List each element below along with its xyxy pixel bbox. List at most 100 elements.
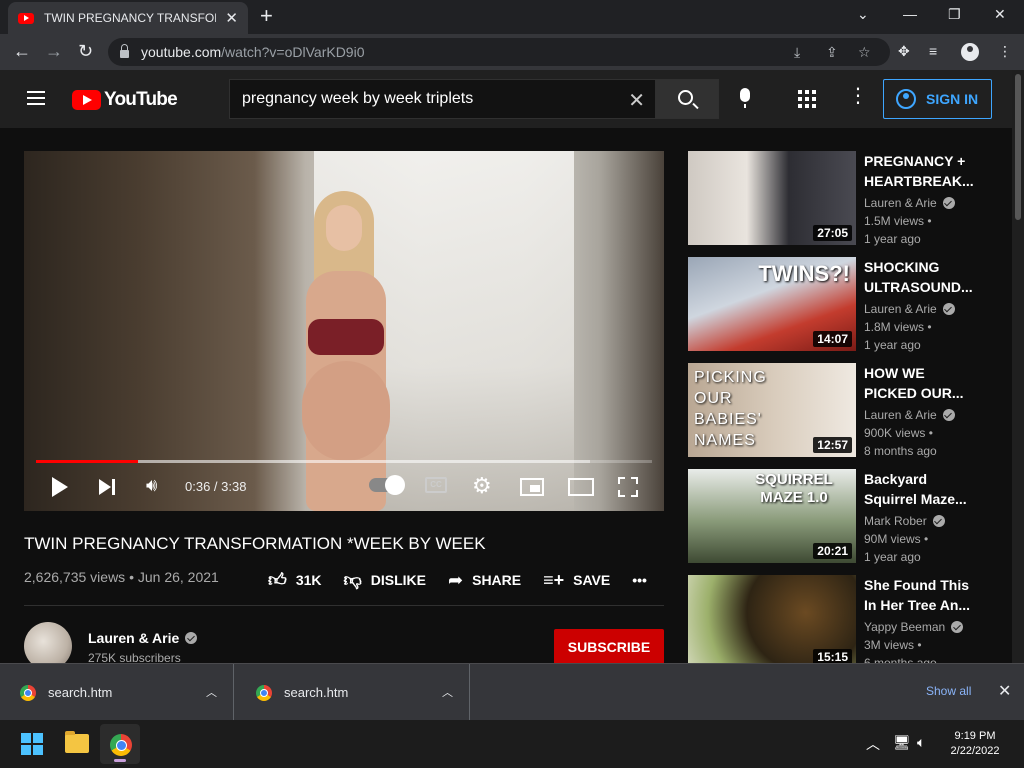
thumbnail-text: SQUIRREL MAZE 1.0 — [755, 471, 833, 506]
profile-avatar-icon[interactable] — [961, 43, 979, 61]
youtube-wordmark: YouTube — [104, 89, 178, 110]
new-tab-icon[interactable]: + — [260, 5, 273, 27]
show-all-downloads-link[interactable]: Show all — [926, 684, 971, 698]
recommendation-title[interactable]: HOW WE PICKED OUR... — [864, 363, 974, 403]
active-app-indicator — [114, 759, 126, 762]
recommendation-thumbnail[interactable]: SQUIRREL MAZE 1.0 20:21 — [688, 469, 856, 563]
video-subject — [292, 191, 402, 511]
recommendation-channel-row[interactable]: Lauren & Arie — [864, 196, 955, 210]
chrome-file-icon — [20, 684, 36, 701]
apps-grid-icon[interactable] — [798, 90, 816, 108]
share-page-icon[interactable]: ⇪ — [826, 44, 838, 61]
windows-start-icon[interactable] — [21, 733, 43, 755]
play-icon[interactable] — [52, 477, 68, 497]
install-app-icon[interactable]: ⤓ — [794, 44, 800, 61]
recommendation-title[interactable]: PREGNANCY + HEARTBREAK... — [864, 151, 974, 191]
download-item[interactable]: search.htm ︿ — [0, 664, 234, 721]
recommendation-channel-row[interactable]: Yappy Beeman — [864, 620, 964, 634]
recommendation-channel[interactable]: Lauren & Arie — [864, 196, 937, 210]
address-bar[interactable]: youtube.com/watch?v=oDlVarKD9i0 ⤓ ⇪ ☆ — [108, 38, 890, 66]
settings-gear-icon[interactable]: ⚙ — [472, 473, 492, 499]
recommendation-thumbnail[interactable]: 27:05 — [688, 151, 856, 245]
recommendation-item[interactable]: TWINS?! 14:07 SHOCKING ULTRASOUND... Lauren… — [688, 257, 978, 352]
clear-search-icon[interactable]: ✕ — [628, 88, 645, 113]
chevron-up-icon[interactable]: ︿ — [442, 684, 453, 700]
progress-bar[interactable] — [36, 460, 652, 463]
scrollbar-thumb[interactable] — [1015, 74, 1021, 220]
taskbar-clock[interactable]: 9:19 PM 2/22/2022 — [940, 729, 1010, 759]
file-explorer-icon[interactable] — [65, 731, 89, 753]
restore-icon[interactable]: ❐ — [948, 6, 961, 23]
recommendation-thumbnail[interactable]: TWINS?! 14:07 — [688, 257, 856, 351]
recommendation-channel-row[interactable]: Mark Rober — [864, 514, 945, 528]
close-tab-icon[interactable]: ✕ — [225, 9, 238, 27]
minimize-icon[interactable]: — — [903, 6, 917, 22]
media-controls-icon[interactable]: ≡ — [929, 43, 937, 59]
channel-name[interactable]: Lauren & Arie — [88, 630, 179, 646]
volume-icon[interactable]: 🔊︎ — [146, 475, 157, 496]
recommendation-channel-row[interactable]: Lauren & Arie — [864, 408, 955, 422]
close-download-bar-icon[interactable]: ✕ — [998, 681, 1011, 701]
download-item[interactable]: search.htm ︿ — [236, 664, 470, 721]
search-input[interactable]: pregnancy week by week triplets ✕ — [229, 79, 655, 119]
tab-search-chevron-icon[interactable]: ⌄ — [857, 6, 869, 23]
verified-badge-icon — [942, 409, 955, 421]
lock-icon[interactable] — [120, 44, 129, 58]
recommendation-channel-row[interactable]: Lauren & Arie — [864, 302, 955, 316]
recommendation-item[interactable]: SQUIRREL MAZE 1.0 20:21 Backyard Squirrel … — [688, 469, 978, 564]
network-icon[interactable]: 🖥︎ — [893, 734, 911, 751]
recommendation-thumbnail[interactable]: 15:15 — [688, 575, 856, 669]
channel-name-row[interactable]: Lauren & Arie — [88, 630, 198, 646]
recommendation-channel[interactable]: Yappy Beeman — [864, 620, 945, 634]
captions-icon[interactable]: CC — [425, 477, 447, 493]
recommendation-title[interactable]: She Found This In Her Tree An... — [864, 575, 974, 615]
recommendation-channel[interactable]: Lauren & Arie — [864, 408, 937, 422]
chrome-taskbar-button[interactable] — [100, 724, 140, 764]
search-button[interactable] — [655, 79, 719, 119]
recommendation-age: 1 year ago — [864, 338, 921, 352]
reload-icon[interactable]: ↻ — [78, 41, 93, 61]
thumbs-up-icon: 👍︎ — [268, 570, 287, 590]
forward-icon[interactable]: → — [45, 41, 63, 61]
bookmark-star-icon[interactable]: ☆ — [858, 44, 871, 61]
recommendation-channel[interactable]: Mark Rober — [864, 514, 927, 528]
more-actions-button[interactable]: ••• — [632, 572, 647, 588]
video-title: TWIN PREGNANCY TRANSFORMATION *WEEK BY W… — [24, 534, 486, 553]
theater-mode-icon[interactable] — [568, 478, 594, 496]
back-icon[interactable]: ← — [13, 41, 31, 61]
recommendation-title[interactable]: Backyard Squirrel Maze... — [864, 469, 974, 509]
close-window-icon[interactable]: ✕ — [994, 6, 1006, 23]
autoplay-toggle[interactable] — [369, 475, 405, 495]
browser-tab[interactable]: TWIN PREGNANCY TRANSFORMATION ✕ — [8, 2, 248, 34]
chevron-up-icon[interactable]: ︿ — [206, 684, 217, 700]
save-button[interactable]: ≡+ SAVE — [543, 570, 610, 591]
browser-toolbar: ← → ↻ youtube.com/watch?v=oDlVarKD9i0 ⤓ … — [0, 34, 1024, 70]
recommendation-thumbnail[interactable]: PICKING OUR BABIES' NAMES 12:57 — [688, 363, 856, 457]
page-scrollbar[interactable] — [1012, 70, 1024, 663]
recommendation-item[interactable]: 27:05 PREGNANCY + HEARTBREAK... Lauren & A… — [688, 151, 978, 246]
recommendation-item[interactable]: 15:15 She Found This In Her Tree An... Yap… — [688, 575, 978, 670]
subscribe-button[interactable]: SUBSCRIBE — [554, 629, 664, 665]
recommendation-title[interactable]: SHOCKING ULTRASOUND... — [864, 257, 974, 297]
recommendation-item[interactable]: PICKING OUR BABIES' NAMES 12:57 HOW WE PIC… — [688, 363, 978, 458]
dislike-button[interactable]: 👎︎ DISLIKE — [344, 569, 427, 591]
chrome-menu-icon[interactable]: ⋮ — [998, 43, 1012, 60]
share-button[interactable]: ➦ SHARE — [448, 570, 521, 591]
tray-chevron-up-icon[interactable]: ︿ — [866, 734, 880, 754]
menu-hamburger-icon[interactable] — [27, 91, 45, 105]
video-player[interactable]: 🔊︎ 0:36 / 3:38 CC ⚙ — [24, 151, 664, 511]
next-video-icon[interactable] — [99, 479, 117, 495]
download-file-name: search.htm — [284, 685, 349, 700]
miniplayer-icon[interactable] — [520, 478, 544, 496]
youtube-logo[interactable]: YouTube — [72, 89, 178, 111]
fullscreen-icon[interactable] — [618, 477, 638, 497]
chrome-icon — [110, 734, 132, 756]
sign-in-button[interactable]: SIGN IN — [883, 79, 992, 119]
speaker-icon[interactable]: 🔈︎ — [917, 734, 925, 751]
extensions-icon[interactable]: ✥ — [898, 43, 910, 60]
like-button[interactable]: 👍︎ 31K — [268, 569, 322, 591]
microphone-icon[interactable] — [740, 88, 750, 108]
recommendation-channel[interactable]: Lauren & Arie — [864, 302, 937, 316]
verified-badge-icon — [942, 197, 955, 209]
settings-more-icon[interactable]: ⋮ — [848, 86, 868, 106]
